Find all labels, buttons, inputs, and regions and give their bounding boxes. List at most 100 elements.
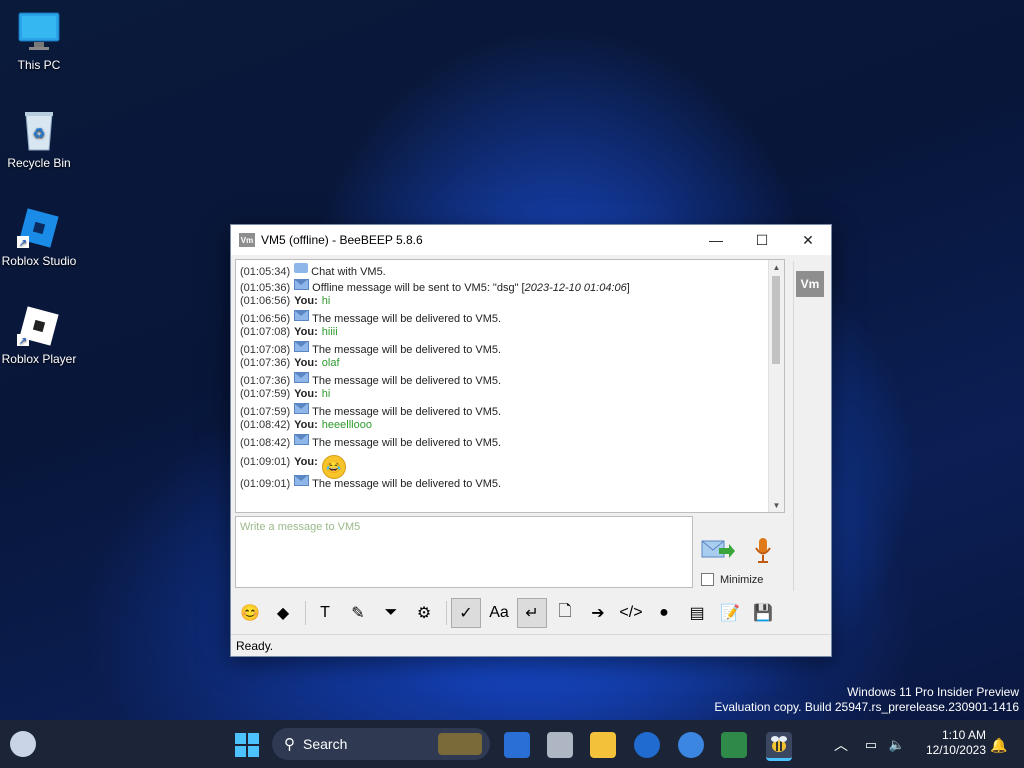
emoticons-icon[interactable]: 😊 [235,598,265,628]
system-message: The message will be delivered to VM5. [312,478,502,490]
settings-icon[interactable]: ⚙ [409,598,439,628]
chat-line: (01:06:56) You: hi [240,294,784,310]
scroll-up-icon[interactable]: ▲ [769,260,784,274]
chat-line: (01:05:36) Offline message will be sent t… [240,278,784,295]
scroll-down-icon[interactable]: ▼ [769,498,784,512]
minimize-checkbox[interactable]: Minimize [701,573,763,586]
desktop-icon-roblox-studio[interactable]: ↗ Roblox Studio [0,206,78,268]
bee-icon [771,736,787,752]
forward-icon[interactable]: ➔ [583,598,613,628]
user-sidebar: Vm [793,261,828,591]
html-icon[interactable]: </> [616,598,646,628]
title-bar[interactable]: Vm VM5 (offline) - BeeBEEP 5.8.6 — ☐ ✕ [231,225,831,255]
timestamp: (01:08:42) [240,419,291,431]
chat-line: (01:07:59) The message will be delivered … [240,402,784,419]
roblox-studio-icon: ↗ [17,206,61,250]
windows-logo-icon [235,733,259,757]
bracket: ] [626,281,630,294]
toolbar-separator [446,601,447,625]
taskbar-clock[interactable]: 1:10 AM 12/10/2023 [912,728,986,758]
chrome-icon[interactable] [678,732,704,758]
chat-lines: (01:05:34) Chat with VM5. (01:05:36) Offlin… [236,260,784,491]
envelope-icon [294,402,310,414]
envelope-icon [294,371,310,383]
sender-label: You: [294,295,318,307]
close-button[interactable]: ✕ [785,225,831,255]
notification-bell-icon[interactable]: 🔔 [986,732,1012,758]
sender-label: You: [294,456,318,468]
task-view-icon[interactable] [547,732,573,758]
beebeep-taskbar-icon[interactable] [766,732,792,761]
filter-icon[interactable]: ⏷ [376,598,406,628]
chat-line: (01:06:56) The message will be delivered … [240,309,784,326]
status-text: Ready. [236,639,274,653]
chat-line: (01:07:59) You: hi [240,387,784,403]
remote-desktop-icon[interactable] [721,732,747,758]
spellcheck-icon[interactable]: ✓ [451,598,481,628]
system-message: The message will be delivered to VM5. [312,374,502,387]
watermark-line-2: Evaluation copy. Build 25947.rs_prerelea… [714,700,1019,714]
file-icon[interactable]: 🗋 [550,598,580,628]
message-text: heeelllooo [321,419,372,431]
color-icon[interactable]: ✎ [343,598,373,628]
recycle-bin-icon: ♻ [17,108,61,152]
timestamp: (01:08:42) [240,436,291,449]
chat-line: (01:09:01) The message will be delivered … [240,475,784,491]
minimize-button[interactable]: — [693,225,739,255]
voice-button[interactable] [753,537,773,565]
message-input[interactable]: Write a message to VM5 [235,516,693,588]
desktop-icon-this-pc[interactable]: This PC [0,10,78,72]
monitor-icon [17,10,61,54]
edge-icon[interactable] [634,732,660,758]
chat-window: Vm VM5 (offline) - BeeBEEP 5.8.6 — ☐ ✕ (… [230,224,832,657]
chat-line: (01:07:08) The message will be delivered … [240,340,784,357]
chat-line: (01:07:36) You: olaf [240,356,784,372]
message-timestamp: 2023-12-10 01:04:06 [524,281,627,294]
app-icon: Vm [239,233,255,247]
font-icon[interactable]: T [310,598,340,628]
desktop-icon-roblox-player[interactable]: ↗ Roblox Player [0,304,78,366]
window-title: VM5 (offline) - BeeBEEP 5.8.6 [261,233,423,247]
dictionary-icon[interactable]: Aa [484,598,514,628]
toolbar-separator [305,601,306,625]
notes-icon[interactable]: 📝 [715,598,745,628]
timestamp: (01:07:08) [240,326,291,338]
chat-scrollbar[interactable]: ▲ ▼ [768,260,784,512]
timestamp: (01:09:01) [240,478,291,490]
gem-icon[interactable]: ◆ [268,598,298,628]
taskbar-search[interactable]: ⚲ Search [272,728,490,760]
chat-line: (01:07:36) The message will be delivered … [240,371,784,388]
envelope-icon [294,433,310,445]
start-button[interactable] [234,732,260,758]
timestamp: (01:09:01) [240,456,291,468]
desktop-icon-label: Recycle Bin [7,156,71,170]
chat-toolbar: 😊 ◆ T ✎ ⏷ ⚙ ✓ Aa ↵ 🗋 ➔ </> ● ▤ 📝 💾 [235,595,831,631]
sender-label: You: [294,388,318,400]
screenshot-icon[interactable]: ● [649,598,679,628]
send-button[interactable] [701,537,735,563]
system-message: The message will be delivered to VM5. [312,312,502,325]
edge-preview-icon[interactable] [504,732,530,758]
timestamp: (01:07:36) [240,357,291,369]
maximize-button[interactable]: ☐ [739,225,785,255]
message-text: hi [321,388,331,400]
sender-label: You: [294,326,318,338]
timestamp: (01:07:59) [240,388,291,400]
volume-muted-icon[interactable]: 🔈 [884,732,910,758]
chat-history[interactable]: (01:05:34) Chat with VM5. (01:05:36) Offlin… [235,259,785,513]
terminal-icon[interactable]: ▤ [682,598,712,628]
network-icon[interactable]: ▭ [858,732,884,758]
timestamp: (01:07:08) [240,343,291,356]
scroll-thumb[interactable] [772,276,780,364]
search-icon: ⚲ [284,736,295,753]
save-icon[interactable]: 💾 [748,598,778,628]
file-explorer-icon[interactable] [590,732,616,758]
tray-overflow-icon[interactable]: ︿ [828,732,854,758]
desktop-icon-recycle-bin[interactable]: ♻ Recycle Bin [0,108,78,170]
message-placeholder: Write a message to VM5 [240,521,361,533]
message-text: hiiii [321,326,338,338]
user-avatar[interactable]: Vm [796,271,824,297]
enter-key-icon[interactable]: ↵ [517,598,547,628]
checkbox-box[interactable] [701,573,714,586]
weather-icon[interactable] [10,731,36,757]
